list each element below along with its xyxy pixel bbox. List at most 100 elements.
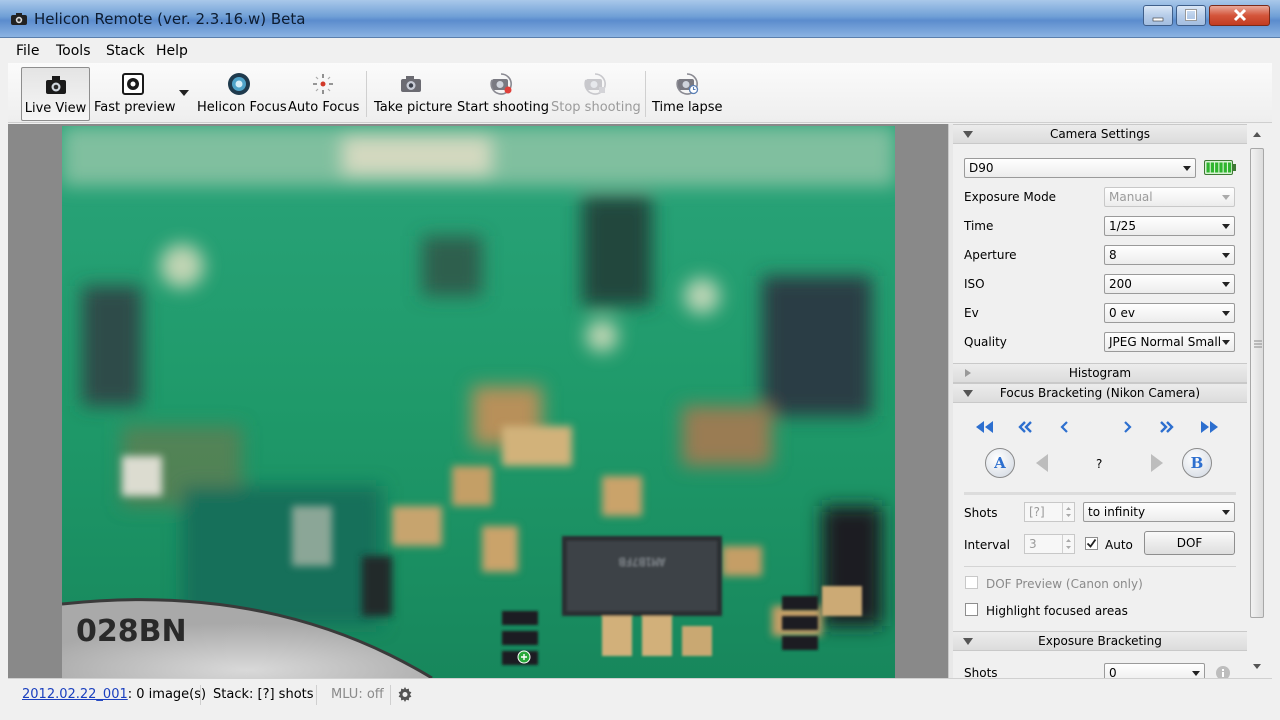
- battery-bar: [1219, 162, 1223, 173]
- set-point-b-button[interactable]: B: [1182, 448, 1212, 478]
- exposure-mode-value: Manual: [1109, 190, 1153, 204]
- focus-bracketing-header[interactable]: Focus Bracketing (Nikon Camera): [953, 383, 1247, 403]
- time-label: Time: [964, 219, 994, 233]
- info-icon[interactable]: [1215, 665, 1231, 678]
- shots-mode-select[interactable]: to infinity: [1083, 502, 1235, 522]
- interval-stepper[interactable]: 3: [1024, 534, 1075, 554]
- maximize-button[interactable]: [1176, 5, 1206, 26]
- section-divider: [964, 566, 1236, 567]
- iso-value: 200: [1109, 277, 1132, 291]
- stack-status: Stack: [?] shots: [213, 687, 314, 702]
- camera-settings-title: Camera Settings: [1049, 127, 1151, 141]
- time-lapse-button[interactable]: Time lapse: [652, 67, 723, 121]
- collapse-arrow-icon: [963, 390, 973, 397]
- auto-focus-label: Auto Focus: [288, 100, 360, 115]
- menu-stack[interactable]: Stack: [106, 43, 145, 59]
- step-back-large-icon[interactable]: [973, 420, 995, 434]
- chevron-down-icon: [1222, 510, 1230, 515]
- expand-arrow-icon: [965, 369, 971, 377]
- helicon-focus-button[interactable]: Helicon Focus: [197, 67, 287, 121]
- camera-app-icon: [11, 13, 27, 25]
- dof-preview-checkbox[interactable]: [965, 576, 978, 589]
- live-view-image[interactable]: AM1B7FB 028BN: [62, 126, 895, 678]
- minimize-button[interactable]: [1143, 5, 1173, 26]
- chevron-down-icon: [1222, 195, 1230, 200]
- step-back-small-icon[interactable]: [1059, 420, 1071, 434]
- highlight-focused-checkbox[interactable]: [965, 603, 978, 616]
- panel-scrollbar[interactable]: [1247, 124, 1272, 678]
- scroll-thumb[interactable]: [1250, 148, 1264, 618]
- shots-stepper[interactable]: [?]: [1024, 502, 1075, 522]
- start-shooting-label: Start shooting: [457, 100, 550, 115]
- camera-select[interactable]: D90: [964, 158, 1196, 178]
- toolbar-separator: [366, 71, 367, 117]
- take-picture-button[interactable]: Take picture: [374, 67, 453, 121]
- title-bar: Helicon Remote (ver. 2.3.16.w) Beta: [0, 0, 1280, 38]
- interval-label: Interval: [964, 538, 1010, 552]
- stop-shooting-button[interactable]: Stop shooting: [551, 67, 641, 121]
- start-shooting-icon: [490, 73, 512, 95]
- step-forward-large-icon[interactable]: [1199, 420, 1221, 434]
- menu-file[interactable]: File: [16, 43, 39, 59]
- checkmark-icon: [1086, 538, 1097, 548]
- exposure-bracketing-title: Exposure Bracketing: [1038, 634, 1162, 648]
- step-back-medium-icon[interactable]: [1017, 420, 1033, 434]
- live-view-button[interactable]: Live View: [21, 67, 90, 121]
- chevron-down-icon: [1222, 253, 1230, 258]
- take-picture-icon: [401, 76, 421, 92]
- live-view-area[interactable]: AM1B7FB 028BN: [8, 124, 948, 678]
- aperture-select[interactable]: 8: [1104, 245, 1235, 265]
- session-folder-link[interactable]: 2012.02.22_001: [22, 687, 128, 702]
- fast-preview-icon: [122, 73, 144, 95]
- ev-select[interactable]: 0 ev: [1104, 303, 1235, 323]
- stepper-arrows-icon: [1062, 503, 1074, 521]
- iso-select[interactable]: 200: [1104, 274, 1235, 294]
- camera-settings-header[interactable]: Camera Settings: [953, 124, 1247, 144]
- battery-icon: [1204, 160, 1236, 175]
- interval-stepper-value: 3: [1029, 537, 1037, 551]
- quality-select[interactable]: JPEG Normal Small: [1104, 332, 1235, 352]
- minimize-icon: [1152, 17, 1164, 22]
- dof-preview-label: DOF Preview (Canon only): [986, 577, 1143, 591]
- stop-shooting-label: Stop shooting: [551, 100, 641, 115]
- auto-checkbox[interactable]: [1085, 537, 1098, 550]
- aperture-label: Aperture: [964, 248, 1017, 262]
- close-button[interactable]: [1209, 5, 1270, 26]
- scroll-down-icon[interactable]: [1253, 664, 1261, 669]
- take-picture-label: Take picture: [374, 100, 453, 115]
- shots-stepper-value: [?]: [1029, 505, 1045, 519]
- fast-preview-button[interactable]: Fast preview: [94, 67, 176, 121]
- menu-help[interactable]: Help: [156, 43, 188, 59]
- menu-tools[interactable]: Tools: [56, 43, 91, 59]
- grip-icon: [1254, 340, 1262, 348]
- exposure-bracketing-header[interactable]: Exposure Bracketing: [953, 631, 1247, 651]
- set-point-a-button[interactable]: A: [985, 448, 1015, 478]
- toolbar: Live View Fast preview Helicon Focus Aut…: [8, 63, 1272, 123]
- chevron-down-icon: [1183, 166, 1191, 171]
- move-to-b-icon[interactable]: [1148, 453, 1166, 473]
- fast-preview-dropdown-icon[interactable]: [179, 90, 189, 96]
- settings-gear-icon[interactable]: [397, 686, 413, 702]
- histogram-title: Histogram: [1068, 366, 1132, 380]
- start-shooting-button[interactable]: Start shooting: [457, 67, 550, 121]
- auto-focus-button[interactable]: Auto Focus: [288, 67, 360, 121]
- stepper-arrows-icon: [1062, 535, 1074, 553]
- move-to-a-icon[interactable]: [1033, 453, 1051, 473]
- step-forward-small-icon[interactable]: [1121, 420, 1133, 434]
- histogram-header[interactable]: Histogram: [953, 363, 1247, 383]
- status-separator: [200, 685, 201, 705]
- dof-button[interactable]: DOF: [1144, 531, 1235, 555]
- time-select[interactable]: 1/25: [1104, 216, 1235, 236]
- battery-bar: [1228, 162, 1232, 173]
- iso-label: ISO: [964, 277, 985, 291]
- focus-slider-track[interactable]: [964, 492, 1236, 495]
- step-forward-medium-icon[interactable]: [1159, 420, 1175, 434]
- battery-bar: [1210, 162, 1214, 173]
- exposure-mode-label: Exposure Mode: [964, 190, 1057, 204]
- exposure-mode-select[interactable]: Manual: [1104, 187, 1235, 207]
- chevron-down-icon: [1192, 671, 1200, 676]
- status-separator: [316, 685, 317, 705]
- battery-bar: [1215, 162, 1219, 173]
- exposure-shots-select[interactable]: 0: [1104, 663, 1205, 678]
- scroll-up-icon[interactable]: [1253, 132, 1261, 137]
